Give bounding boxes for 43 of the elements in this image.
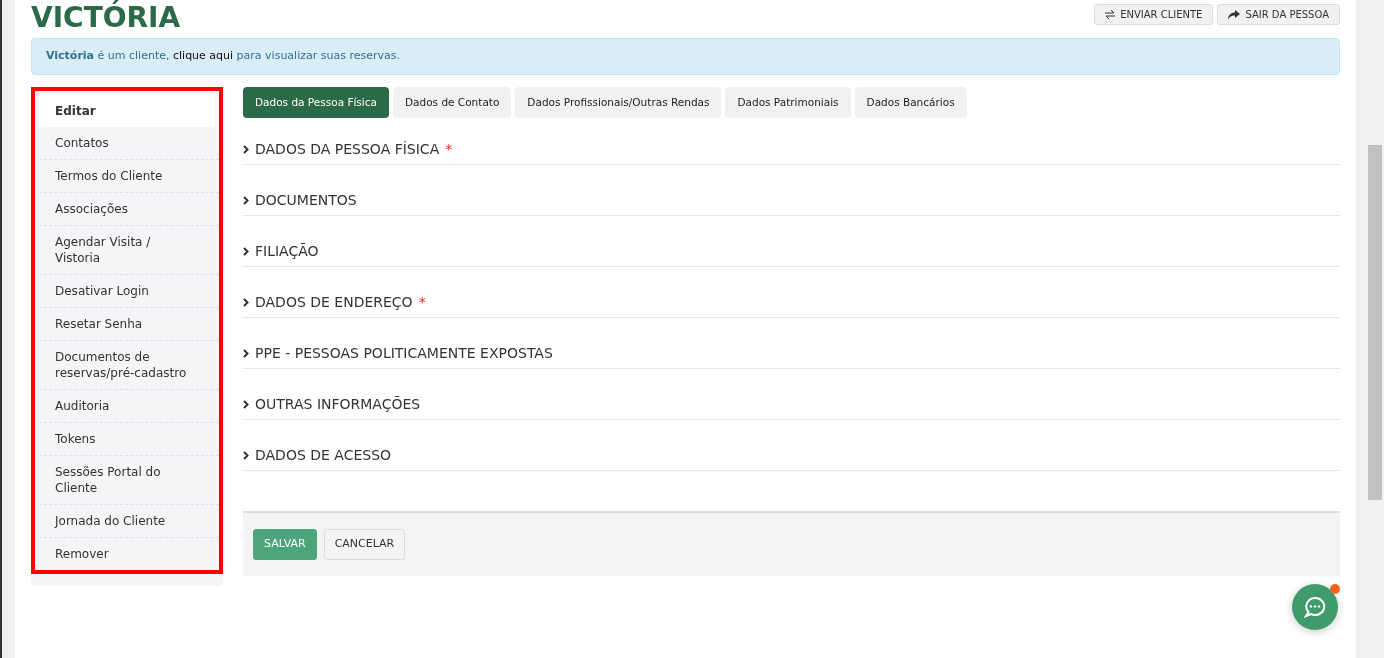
chevron-icon[interactable] — [243, 196, 249, 206]
tab[interactable]: Dados Profissionais/Outras Rendas — [515, 86, 722, 119]
section-header[interactable]: PPE - PESSOAS POLITICAMENTE EXPOSTAS — [255, 343, 553, 365]
required-mark: * — [418, 293, 426, 313]
chat-button[interactable] — [1292, 584, 1338, 630]
sidebar-item[interactable]: Termos do Cliente — [39, 158, 219, 192]
section-header[interactable]: DADOS DA PESSOA FÍSICA — [255, 139, 440, 161]
sidebar-item[interactable]: Auditoria — [39, 388, 219, 422]
tab[interactable]: Dados Bancários — [854, 86, 967, 119]
sidebar-item[interactable]: Contatos — [39, 126, 219, 159]
tab[interactable]: Dados Patrimoniais — [725, 86, 851, 119]
chat-bubble-icon — [1304, 596, 1326, 618]
sidebar-item[interactable]: Documentos de reservas/pré-cadastro — [39, 339, 219, 389]
sidebar-item[interactable]: Jornada do Cliente — [39, 503, 219, 537]
chevron-icon[interactable] — [243, 400, 249, 410]
tab[interactable]: Dados de Contato — [392, 86, 512, 119]
sidebar-item[interactable]: Desativar Login — [39, 273, 219, 307]
sidebar-item[interactable]: Associações — [39, 191, 219, 225]
sidebar-item[interactable]: Resetar Senha — [39, 306, 219, 340]
sidebar-item[interactable]: Editar — [39, 94, 215, 127]
header-button[interactable]: SAIR DA PESSOA — [1217, 4, 1340, 25]
chevron-icon[interactable] — [243, 349, 249, 359]
section-header[interactable]: OUTRAS INFORMAÇÕES — [255, 394, 421, 416]
transfer-icon — [1105, 10, 1116, 19]
sidebar-item[interactable]: Agendar Visita / Vistoria — [39, 224, 219, 274]
chevron-icon[interactable] — [243, 145, 249, 155]
chevron-icon[interactable] — [243, 247, 249, 257]
tab[interactable]: Dados da Pessoa Física — [243, 86, 389, 119]
section-header[interactable]: DOCUMENTOS — [255, 190, 357, 212]
section-header[interactable]: FILIAÇÃO — [255, 241, 319, 263]
sidebar-item[interactable]: Tokens — [39, 421, 219, 455]
chevron-icon[interactable] — [243, 451, 249, 461]
section-header[interactable]: DADOS DE ACESSO — [255, 445, 392, 467]
section-header[interactable]: DADOS DE ENDEREÇO — [255, 292, 413, 314]
share-arrow-icon — [1228, 9, 1241, 20]
chevron-icon[interactable] — [243, 298, 249, 308]
sidebar-item[interactable]: Sessões Portal do Cliente — [39, 454, 219, 504]
alert-message: Victória é um cliente, clique aqui para visualizar suas reservas. — [46, 48, 401, 64]
header-button[interactable]: ENVIAR CLIENTE — [1094, 4, 1214, 25]
reservations-link[interactable]: clique aqui — [172, 49, 234, 62]
required-mark: * — [445, 140, 453, 160]
cancel-button[interactable]: CANCELAR — [323, 529, 406, 560]
sidebar-item[interactable]: Remover — [39, 536, 219, 570]
